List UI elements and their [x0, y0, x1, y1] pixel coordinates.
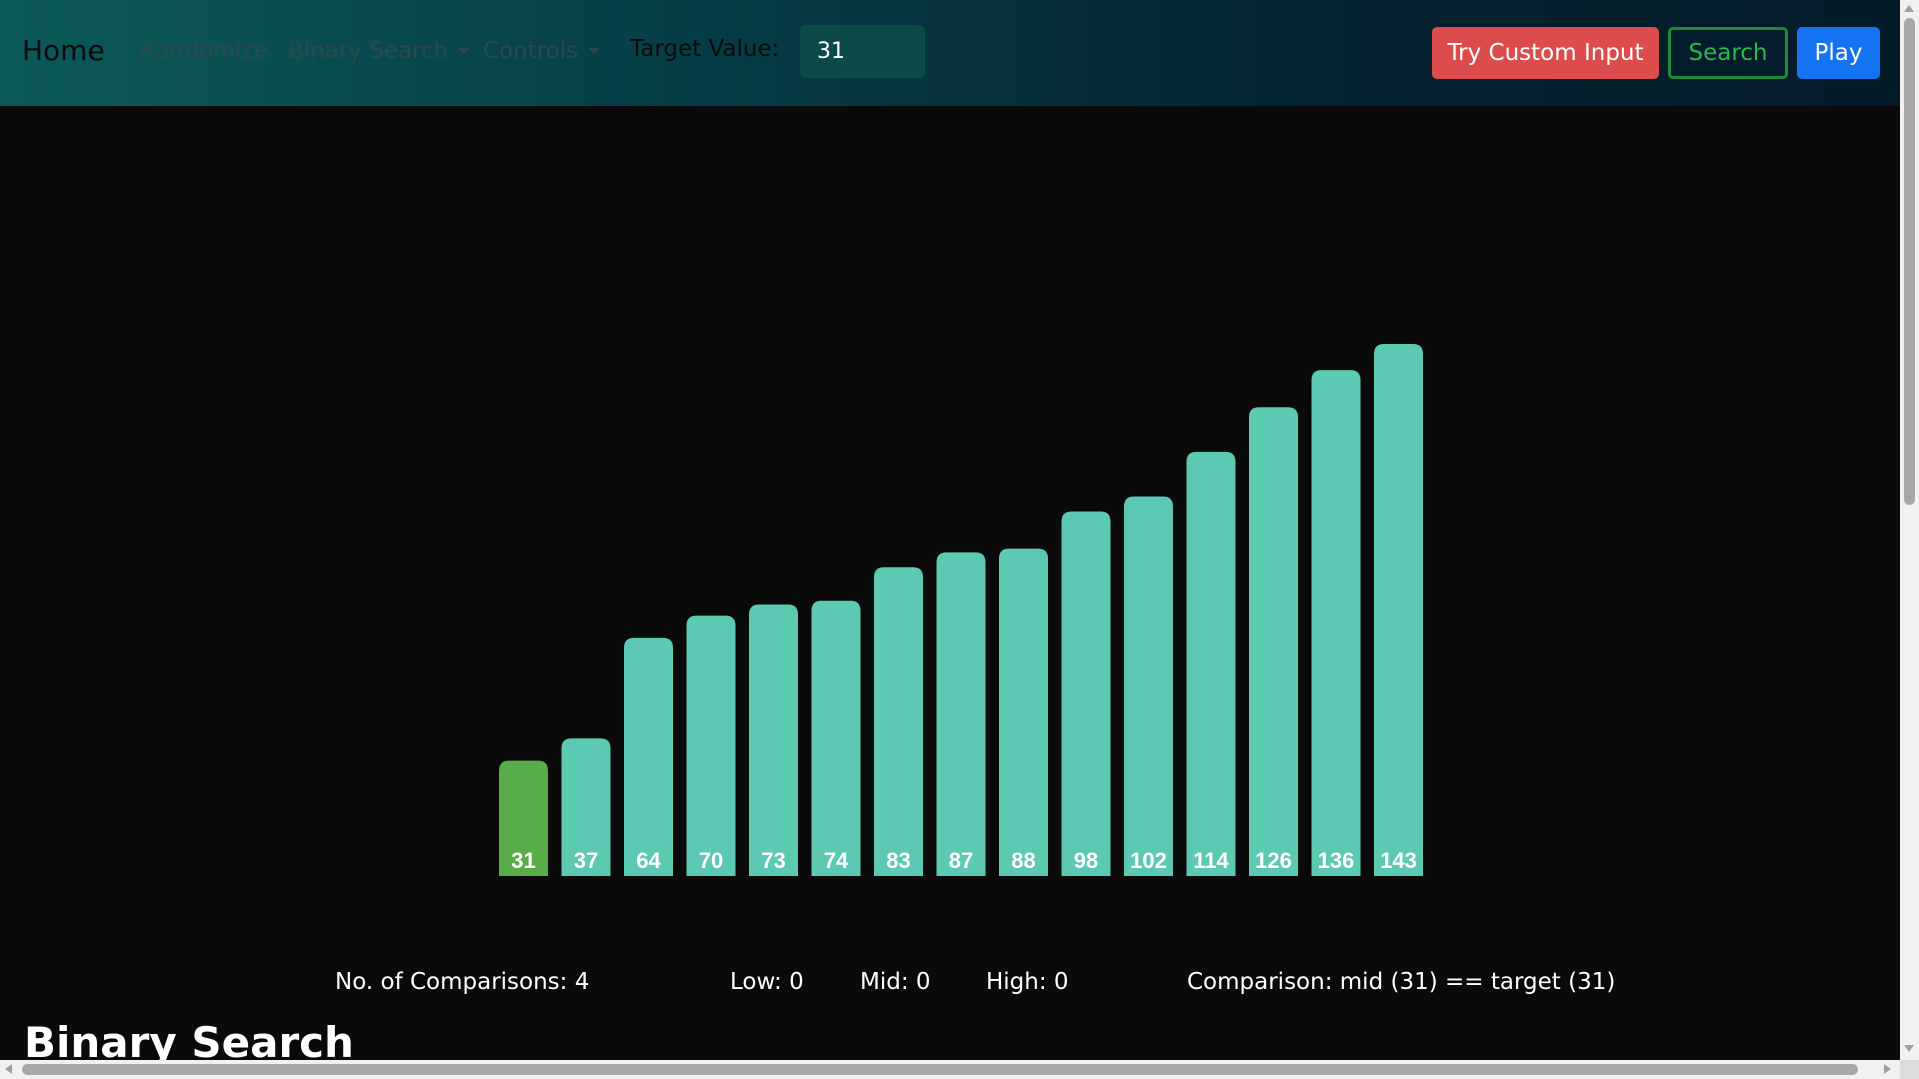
chevron-down-icon [588, 48, 601, 54]
scrollbar-corner [1900, 1060, 1919, 1079]
array-bar [936, 552, 986, 876]
algorithm-dropdown[interactable]: Binary Search [288, 38, 471, 64]
vertical-scroll-thumb[interactable] [1904, 18, 1915, 505]
scroll-down-icon[interactable] [1904, 1045, 1914, 1052]
mid-index: Mid: 0 [860, 969, 931, 995]
target-value-label: Target Value: [630, 36, 780, 62]
scroll-up-icon[interactable] [1904, 5, 1914, 12]
array-bar [1124, 496, 1173, 876]
array-bar [686, 615, 736, 876]
array-bar-chart: 31 37 64 70 73 74 83 87 88 98 102 114 126 136 143 [499, 344, 1423, 876]
bar-value-label: 87 [949, 848, 973, 873]
search-button[interactable]: Search [1668, 27, 1788, 79]
array-bar [1061, 511, 1111, 876]
bar-value-label: 70 [699, 848, 723, 873]
bar-value-label: 143 [1380, 848, 1417, 873]
comparison-status: Comparison: mid (31) == target (31) [1187, 969, 1616, 995]
target-value-input[interactable] [800, 25, 925, 78]
scroll-right-icon[interactable] [1884, 1064, 1891, 1074]
bar-value-label: 64 [636, 848, 661, 873]
bar-value-label: 88 [1011, 848, 1035, 873]
page-title: Binary Search [24, 1018, 354, 1060]
array-bar [749, 604, 798, 876]
randomize-label: Randomize [140, 38, 268, 64]
horizontal-scrollbar[interactable] [0, 1060, 1900, 1079]
bar-value-label: 74 [824, 848, 849, 873]
array-bar [1374, 344, 1423, 876]
horizontal-scroll-thumb[interactable] [22, 1064, 1858, 1075]
array-bar [811, 600, 861, 876]
navbar: Home Randomize Binary Search Controls Ta… [0, 0, 1900, 106]
chevron-down-icon [458, 48, 471, 54]
vertical-scrollbar[interactable] [1900, 0, 1919, 1060]
bar-value-label: 73 [761, 848, 785, 873]
randomize-link[interactable]: Randomize [140, 38, 268, 64]
high-index: High: 0 [986, 969, 1069, 995]
bar-value-label: 37 [574, 848, 598, 873]
try-custom-input-button[interactable]: Try Custom Input [1432, 27, 1659, 79]
bar-value-label: 114 [1193, 848, 1229, 873]
home-link[interactable]: Home [22, 34, 105, 67]
array-bar [624, 637, 673, 876]
array-bar [874, 567, 923, 876]
algorithm-dropdown-label: Binary Search [288, 38, 449, 64]
play-button[interactable]: Play [1797, 27, 1880, 79]
low-index: Low: 0 [730, 969, 804, 995]
controls-dropdown[interactable]: Controls [483, 38, 601, 64]
bar-value-label: 126 [1255, 848, 1292, 873]
bar-value-label: 102 [1130, 848, 1167, 873]
bar-value-label: 136 [1318, 848, 1355, 873]
scroll-left-icon[interactable] [5, 1064, 12, 1074]
bar-value-label: 83 [886, 848, 910, 873]
app-viewport: Home Randomize Binary Search Controls Ta… [0, 0, 1900, 1060]
comparisons-count: No. of Comparisons: 4 [335, 969, 590, 995]
bar-value-label: 98 [1074, 848, 1098, 873]
controls-dropdown-label: Controls [483, 38, 579, 64]
array-bar [1249, 407, 1298, 876]
array-bar [999, 548, 1048, 876]
bar-value-label: 31 [511, 848, 535, 873]
array-bar [1311, 370, 1361, 876]
array-bar [1186, 451, 1236, 876]
